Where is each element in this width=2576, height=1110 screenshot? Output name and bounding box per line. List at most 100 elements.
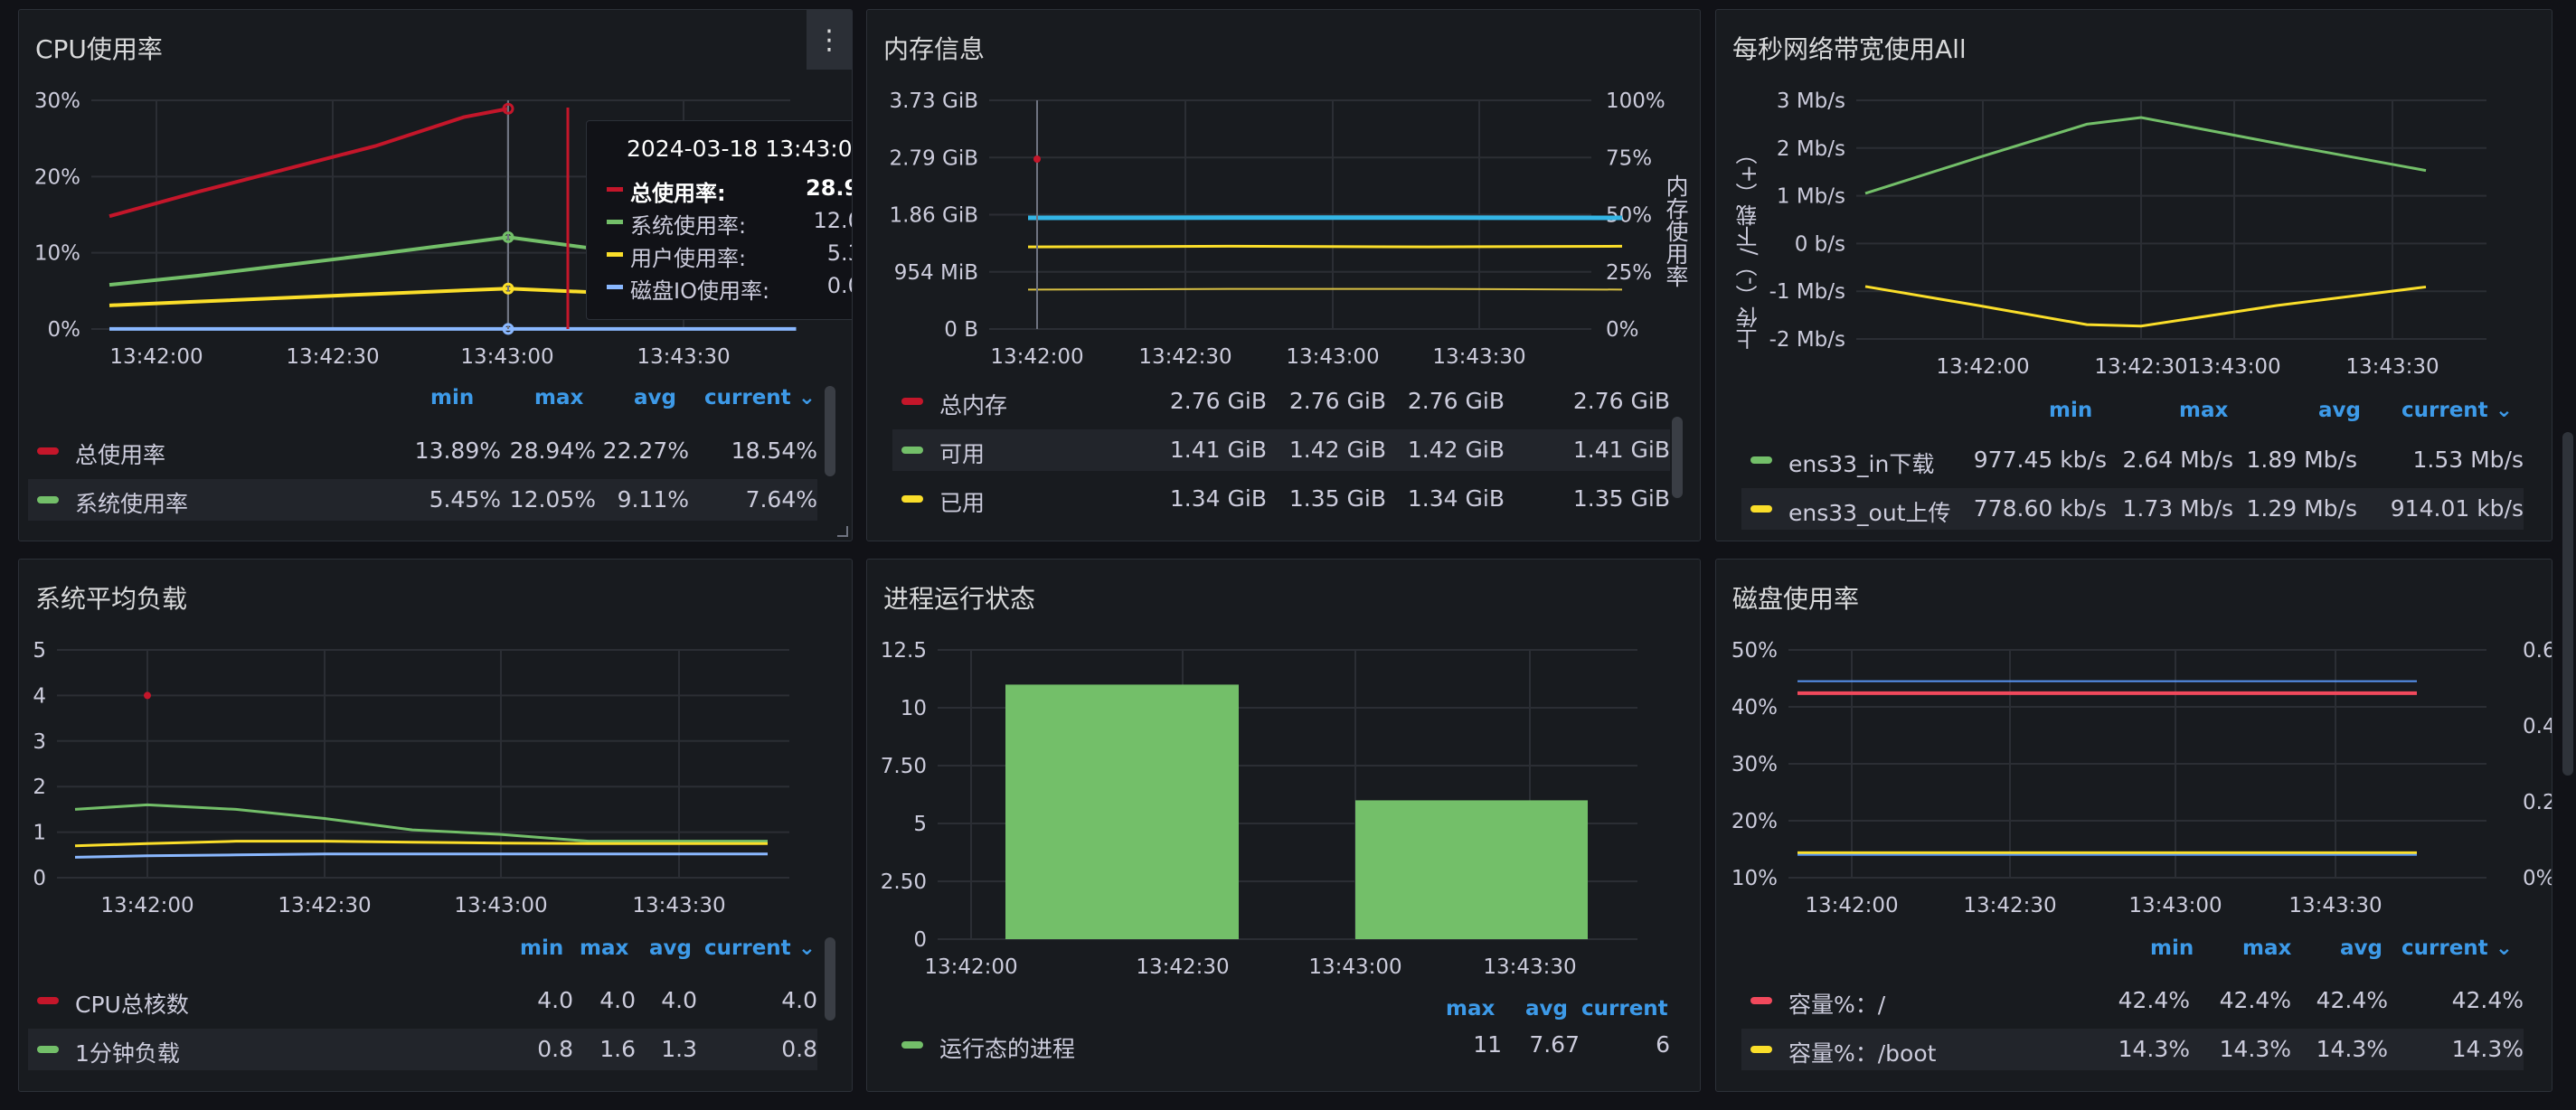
legend-header-avg[interactable]: avg (649, 936, 692, 960)
memory-chart[interactable]: 0 B 954 MiB 1.86 GiB 2.79 GiB 3.73 GiB 0% 25% 5… (867, 10, 1701, 390)
legend-series-name: 运行态的进程 (939, 1036, 1076, 1062)
x-tick-label: 13:43:00 (2128, 894, 2222, 917)
panel-cpu-usage[interactable]: CPU使用率 ⋮ 0% 10% 20% 30% 13:42:00 13:42:30 13:4… (18, 9, 853, 541)
legend-header-current[interactable]: current ⌄ (2401, 936, 2513, 960)
legend-header-max[interactable]: max (534, 386, 583, 409)
panel-process-status[interactable]: 进程运行状态 0 2.50 5 7.50 10 12.5 13:42:00 13:42:30 1… (866, 559, 1701, 1092)
panel-system-load[interactable]: 系统平均负载 0 1 2 3 4 5 13:42:00 13:42:30 13:43:00 13:… (18, 559, 853, 1092)
legend-series-name: ens33_out上传 (1788, 500, 1951, 526)
legend-row[interactable]: 总内存 2.76 GiB 2.76 GiB 2.76 GiB 2.76 GiB (892, 381, 1670, 422)
y2-tick-label: 100% (1606, 89, 1665, 113)
series-line-ens33_in下载 (1864, 116, 2427, 195)
series-point-CPU总核数 (144, 691, 151, 700)
y-tick-label: 30% (34, 89, 80, 113)
resize-handle-icon[interactable] (837, 526, 848, 537)
legend-header-min[interactable]: min (2049, 399, 2092, 422)
panel-memory[interactable]: 内存信息 0 B 954 MiB 1.86 GiB 2.79 GiB 3.73 GiB 0… (866, 9, 1701, 541)
legend-value-current: 18.54% (731, 437, 817, 464)
panel-disk-usage[interactable]: 磁盘使用率 10%20%30%40%50%0%0.200%0.400%0.600… (1715, 559, 2552, 1092)
legend-value-max: 1.35 GiB (1288, 485, 1386, 512)
legend-scrollbar[interactable] (1672, 417, 1683, 498)
y-axis-label: 上传（-）/下载（+） (1736, 143, 1761, 350)
legend-value-current: 7.64% (745, 486, 817, 513)
legend-value-avg: 14.3% (2316, 1036, 2388, 1062)
legend-value-min: 1.34 GiB (1169, 485, 1267, 512)
legend-row[interactable]: ens33_out上传 778.60 kb/s 1.73 Mb/s 1.29 Mb/s… (1741, 488, 2524, 530)
legend-color-swatch (1750, 505, 1772, 513)
legend-header-avg[interactable]: avg (1525, 997, 1568, 1021)
process-chart[interactable]: 0 2.50 5 7.50 10 12.5 13:42:00 13:42:30 13:43:00… (867, 560, 1701, 993)
x-tick-label: 13:42:00 (1805, 894, 1898, 917)
right-axis-label: 内存使用率 (1663, 174, 1689, 287)
legend-value-min: 5.45% (429, 486, 501, 513)
legend-header-min[interactable]: min (430, 386, 474, 409)
legend-row[interactable]: 容量%：/ 42.4% 42.4% 42.4% 42.4% (1741, 980, 2524, 1021)
legend-value-avg: 1.34 GiB (1407, 485, 1505, 512)
legend-row[interactable]: CPU总核数 4.0 4.0 4.0 4.0 (28, 980, 817, 1021)
legend-value-max: 2.64 Mb/s (2122, 447, 2234, 473)
legend-series-name: CPU总核数 (75, 992, 189, 1018)
y-tick-label: 2 (33, 776, 46, 799)
chevron-down-icon: ⌄ (2495, 399, 2513, 422)
legend-value-min: 2.76 GiB (1169, 388, 1267, 414)
legend-scrollbar[interactable] (825, 386, 835, 476)
x-tick-label: 13:42:30 (1963, 894, 2056, 917)
legend-row[interactable]: 总使用率 13.89% 28.94% 22.27% 18.54% (28, 430, 817, 472)
y-tick-label: 0% (48, 318, 81, 342)
y-tick-label: 20% (1731, 810, 1778, 833)
legend-header-current[interactable]: current ⌄ (704, 936, 816, 960)
y2-tick-label: 0% (2523, 867, 2552, 890)
x-tick-label: 13:42:00 (100, 894, 193, 917)
legend-row[interactable]: 运行态的进程 11 7.67 6 (892, 1024, 1670, 1066)
legend-header-min[interactable]: min (520, 936, 563, 960)
hover-point (1033, 155, 1041, 163)
disk-chart[interactable]: 10% 20% 30% 40% 50% 0% 0.200% 0.400% 0.600% 13:42… (1716, 560, 2552, 939)
legend-header-max[interactable]: max (1446, 997, 1495, 1021)
legend-row[interactable]: ens33_in下载 977.45 kb/s 2.64 Mb/s 1.89 Mb/s 1… (1741, 439, 2524, 481)
tooltip-color-swatch (607, 285, 623, 289)
y-tick-label: 0 (913, 928, 927, 952)
legend-header-avg[interactable]: avg (2318, 399, 2361, 422)
y2-tick-label: 50% (1606, 204, 1652, 228)
legend-row[interactable]: 可用 1.41 GiB 1.42 GiB 1.42 GiB 1.41 GiB (892, 429, 1670, 471)
legend-header-max[interactable]: max (2242, 936, 2291, 960)
x-tick-label: 13:42:00 (109, 345, 203, 369)
y2-tick-label: 0.200% (2523, 791, 2552, 814)
legend-value-current: 914.01 kb/s (2390, 495, 2524, 522)
x-tick-label: 13:42:30 (1138, 345, 1231, 369)
legend-row[interactable]: 系统使用率 5.45% 12.05% 9.11% 7.64% (28, 479, 817, 521)
legend-scrollbar[interactable] (825, 937, 835, 1021)
legend-header-current[interactable]: current ⌄ (2401, 399, 2513, 422)
y-tick-label: 30% (1731, 753, 1778, 776)
tooltip-series-value: 28.94% (806, 175, 852, 201)
legend-header-max[interactable]: max (580, 936, 628, 960)
tooltip-series-name: 磁盘IO使用率: (630, 278, 770, 304)
panel-network-bandwidth[interactable]: 每秒网络带宽使用All -2 Mb/s -1 Mb/s 0 b/s 1 Mb/s 2 M… (1715, 9, 2552, 541)
legend-header-current[interactable]: current (1581, 997, 1668, 1021)
series-line-used (1027, 244, 1623, 249)
legend-header-avg[interactable]: avg (2340, 936, 2383, 960)
legend-value-avg: 7.67 (1529, 1031, 1580, 1058)
load-chart[interactable]: 0 1 2 3 4 5 13:42:00 13:42:30 13:43:00 13:43:30 (19, 560, 853, 939)
legend-row[interactable]: 已用 1.34 GiB 1.35 GiB 1.34 GiB 1.35 GiB (892, 478, 1670, 520)
legend-value-min: 4.0 (537, 987, 573, 1013)
chevron-down-icon: ⌄ (2495, 936, 2513, 960)
legend-series-name: 容量%：/boot (1788, 1040, 1937, 1067)
legend-header-avg[interactable]: avg (634, 386, 676, 409)
legend-header-max[interactable]: max (2179, 399, 2228, 422)
network-chart[interactable]: -2 Mb/s -1 Mb/s 0 b/s 1 Mb/s 2 Mb/s 3 Mb/s 13:… (1716, 10, 2552, 399)
tooltip-color-swatch (607, 220, 623, 224)
page-scrollbar[interactable] (2562, 432, 2573, 776)
legend-row[interactable]: 容量%：/boot 14.3% 14.3% 14.3% 14.3% (1741, 1029, 2524, 1070)
legend-header-min[interactable]: min (2150, 936, 2194, 960)
y-tick-label: -1 Mb/s (1769, 280, 1845, 304)
tooltip-series-value: 12.05% (813, 208, 852, 233)
series-line-1分钟负载 (74, 803, 768, 843)
x-tick-label: 13:42:00 (990, 345, 1083, 369)
x-tick-label: 13:42:00 (924, 955, 1017, 979)
x-tick-label: 13:43:00 (460, 345, 553, 369)
legend-row[interactable]: 1分钟负载 0.8 1.6 1.3 0.8 (28, 1029, 817, 1070)
x-tick-label: 13:43:30 (2345, 355, 2439, 379)
y-tick-label: 3.73 GiB (889, 89, 978, 113)
legend-header-current[interactable]: current ⌄ (704, 386, 816, 409)
